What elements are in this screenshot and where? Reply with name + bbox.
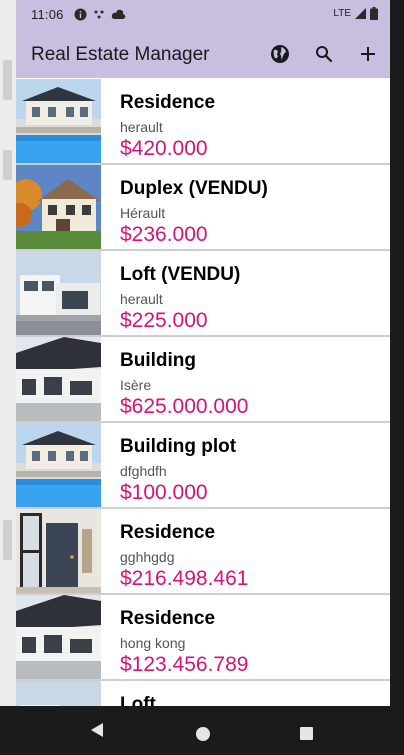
- listing-price: $225.000: [120, 309, 208, 332]
- listing-photo: [16, 337, 101, 421]
- edge-artifact: [3, 520, 12, 560]
- listing-row[interactable]: Loft (VENDU) herault $225.000: [16, 251, 390, 337]
- listing-city: Hérault: [120, 205, 166, 221]
- listing-price: $123.456.789: [120, 653, 249, 676]
- listing-price: $420.000: [120, 137, 208, 160]
- listing-city: herault: [120, 291, 163, 307]
- listing-row[interactable]: Loft: [16, 681, 390, 706]
- globe-icon: [271, 45, 289, 63]
- listing-type: Loft (VENDU): [120, 264, 241, 285]
- map-button[interactable]: [258, 30, 302, 78]
- listing-row[interactable]: Building plot dfghdfh $100.000: [16, 423, 390, 509]
- edge-artifact: [3, 150, 12, 180]
- edge-artifact: [3, 60, 12, 100]
- listing-photo: [16, 681, 101, 706]
- listing-price: $625.000.000: [120, 395, 249, 418]
- listing-price: $216.498.461: [120, 567, 249, 590]
- listing-type: Residence: [120, 522, 216, 543]
- listing-list: Residence herault $420.000 Duplex (VENDU…: [16, 79, 390, 706]
- listing-row[interactable]: Residence hong kong $123.456.789: [16, 595, 390, 681]
- search-button[interactable]: [302, 30, 346, 78]
- listing-photo: [16, 251, 101, 335]
- listing-city: herault: [120, 119, 163, 135]
- listing-type: Residence: [120, 608, 216, 629]
- system-nav-bar: [0, 706, 404, 755]
- cloud-icon: [111, 9, 126, 19]
- info-icon: [74, 8, 87, 21]
- listing-price: $236.000: [120, 223, 208, 246]
- listing-city: dfghdfh: [120, 463, 167, 479]
- listing-row[interactable]: Residence gghhgdg $216.498.461: [16, 509, 390, 595]
- listing-row[interactable]: Building Isère $625.000.000: [16, 337, 390, 423]
- status-bar: 11:06 LTE: [16, 0, 390, 30]
- signal-icon: [355, 8, 366, 19]
- listing-photo: [16, 423, 101, 507]
- listing-type: Building plot: [120, 436, 237, 457]
- window-edge: [0, 0, 16, 755]
- network-label: LTE: [333, 8, 351, 19]
- add-icon: [361, 47, 375, 61]
- listing-type: Residence: [120, 92, 216, 113]
- search-icon: [316, 46, 333, 63]
- listing-photo: [16, 595, 101, 679]
- home-icon[interactable]: [196, 727, 210, 741]
- status-right: LTE: [333, 7, 378, 20]
- listing-city: hong kong: [120, 635, 186, 651]
- battery-icon: [370, 7, 378, 20]
- app-screen: 11:06 LTE Real Estate Manager Residence …: [16, 0, 390, 706]
- listing-city: Isère: [120, 377, 152, 393]
- listing-city: gghhgdg: [120, 549, 175, 565]
- listing-photo: [16, 509, 101, 593]
- app-bar: Real Estate Manager: [16, 30, 390, 78]
- status-time: 11:06: [31, 7, 64, 22]
- listing-type: Building: [120, 350, 196, 371]
- listing-photo: [16, 79, 101, 163]
- app-title: Real Estate Manager: [31, 44, 210, 65]
- listing-row[interactable]: Residence herault $420.000: [16, 79, 390, 165]
- app-actions: [258, 30, 390, 78]
- listing-price: $100.000: [120, 481, 208, 504]
- recents-icon[interactable]: [300, 727, 313, 740]
- listing-type: Loft: [120, 694, 156, 706]
- notification-icons: [74, 8, 126, 21]
- listing-type: Duplex (VENDU): [120, 178, 268, 199]
- add-button[interactable]: [346, 30, 390, 78]
- dots-icon: [94, 10, 104, 18]
- listing-row[interactable]: Duplex (VENDU) Hérault $236.000: [16, 165, 390, 251]
- listing-photo: [16, 165, 101, 249]
- back-icon[interactable]: [90, 722, 104, 738]
